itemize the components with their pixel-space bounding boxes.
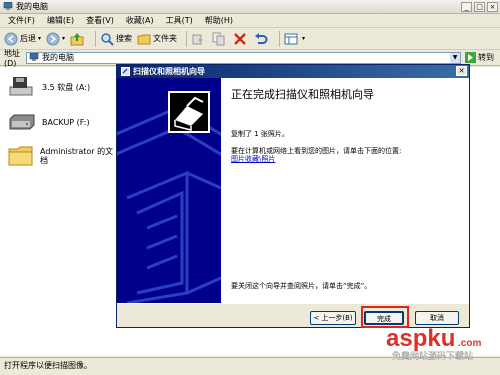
address-label: 地址(D) [4, 48, 20, 68]
window-titlebar: 我的电脑 _ □ × [0, 0, 500, 14]
backup-drive-item[interactable]: BACKUP (F:) [8, 113, 90, 131]
site-watermark: aspku .com 免费网站源码下载站 [386, 322, 496, 362]
pictures-folder-link[interactable]: 图片收藏\照片 [231, 154, 275, 164]
go-button[interactable]: 转到 [465, 52, 494, 63]
address-dropdown-icon[interactable]: ▼ [450, 52, 460, 63]
undo-icon [255, 32, 268, 44]
my-computer-icon [29, 53, 39, 61]
watermark-logo: aspku .com 免费网站源码下载站 [386, 325, 481, 362]
wizard-heading: 正在完成扫描仪和照相机向导 [231, 88, 374, 101]
move-to-button[interactable] [191, 32, 207, 46]
finish-instruction: 要关闭这个向导并查阅照片，请单击“完成”。 [231, 282, 372, 290]
watermark-brand: aspku [386, 325, 455, 352]
scanner-wizard-dialog: 扫描仪和照相机向导 ✕ 正在完成扫描仪和照相机向导 复制了 1 张照片。 要在计… [116, 64, 470, 328]
menu-bar: 文件(F) 编辑(E) 查看(V) 收藏(A) 工具(T) 帮助(H) [0, 14, 500, 28]
copy-to-button[interactable] [212, 32, 228, 46]
back-arrow-icon [4, 32, 18, 45]
floppy-drive-item[interactable]: 3.5 软盘 (A:) [8, 75, 90, 99]
undo-button[interactable] [254, 32, 270, 46]
menu-tools[interactable]: 工具(T) [160, 15, 199, 26]
back-dropdown-icon[interactable]: ▾ [38, 35, 41, 42]
search-icon [101, 32, 114, 46]
dialog-title: 扫描仪和照相机向导 [133, 67, 205, 76]
delete-button[interactable] [233, 32, 249, 46]
my-computer-icon [3, 2, 13, 10]
hard-drive-icon [9, 114, 35, 130]
go-label: 转到 [478, 53, 494, 62]
copied-count-text: 复制了 1 张照片。 [231, 130, 289, 138]
folders-button[interactable]: 文件夹 [137, 32, 177, 46]
folder-icon [137, 34, 151, 44]
toolbar: 后退 ▾ ▾ 搜索 文件夹 ▾ [0, 28, 500, 50]
up-folder-button[interactable] [70, 32, 86, 46]
maximize-button[interactable]: □ [474, 2, 485, 12]
views-dropdown-icon: ▾ [302, 35, 306, 42]
toolbar-separator [279, 30, 281, 47]
forward-dropdown-icon[interactable]: ▾ [62, 35, 65, 42]
menu-edit[interactable]: 编辑(E) [41, 15, 80, 26]
dialog-close-button[interactable]: ✕ [456, 66, 467, 76]
wizard-sidebar [117, 78, 221, 303]
wizard-content: 正在完成扫描仪和照相机向导 复制了 1 张照片。 要在计算机或网络上看到您的图片… [221, 78, 469, 303]
status-text: 打开程序以便扫描图像。 [4, 361, 92, 370]
window-title: 我的电脑 [16, 2, 48, 11]
forward-arrow-icon [46, 32, 60, 45]
scanner-illustration [117, 78, 221, 303]
go-arrow-icon [465, 52, 476, 63]
views-icon [284, 33, 298, 44]
dialog-titlebar: 扫描仪和照相机向导 ✕ [117, 65, 469, 78]
my-documents-label-line1: Administrator 的文 [40, 147, 114, 156]
menu-file[interactable]: 文件(F) [2, 15, 41, 26]
menu-help[interactable]: 帮助(H) [199, 15, 239, 26]
back-step-button[interactable]: < 上一步(B) [310, 311, 356, 325]
toolbar-separator [95, 30, 97, 47]
my-documents-label-line2: 档 [40, 156, 48, 165]
address-value: 我的电脑 [42, 53, 74, 62]
copy-to-icon [212, 32, 225, 45]
menu-favorites[interactable]: 收藏(A) [120, 15, 160, 26]
delete-icon [234, 32, 246, 45]
menu-view[interactable]: 查看(V) [80, 15, 120, 26]
search-label: 搜索 [116, 34, 133, 43]
wizard-icon [121, 67, 130, 76]
floppy-drive-label: 3.5 软盘 (A:) [42, 82, 91, 92]
toolbar-separator [186, 30, 188, 47]
views-button[interactable]: ▾ [284, 32, 305, 46]
backup-drive-label: BACKUP (F:) [42, 117, 90, 127]
back-button[interactable]: 后退 ▾ [4, 32, 41, 46]
folders-label: 文件夹 [153, 34, 178, 43]
folder-icon [8, 146, 33, 166]
forward-button[interactable]: ▾ [46, 32, 65, 46]
floppy-drive-icon [9, 77, 33, 96]
address-input[interactable]: 我的电脑 ▼ [26, 51, 461, 64]
watermark-tagline: 免费网站源码下载站 [392, 350, 473, 362]
watermark-suffix: .com [458, 338, 481, 349]
move-to-icon [192, 34, 204, 44]
back-label: 后退 [20, 34, 36, 43]
up-folder-icon [70, 32, 84, 45]
close-button[interactable]: × [487, 2, 498, 12]
search-button[interactable]: 搜索 [100, 32, 132, 46]
minimize-button[interactable]: _ [461, 2, 472, 12]
my-documents-item[interactable]: Administrator 的文 档 [8, 145, 113, 167]
